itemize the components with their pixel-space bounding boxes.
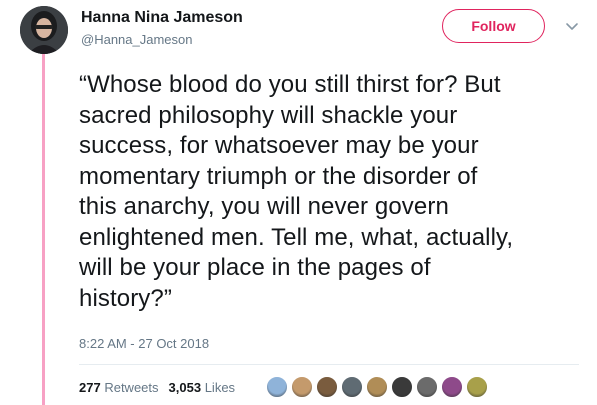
tweet-text-line: “Whose blood do you still thirst for? Bu… bbox=[79, 71, 501, 98]
author-name[interactable]: Hanna Nina Jameson bbox=[81, 9, 243, 27]
tweet-text-line: enlightened men. Tell me, what, actually… bbox=[79, 223, 514, 251]
tweet-text-line: this anarchy, you will never govern bbox=[79, 193, 449, 220]
avatar-image bbox=[20, 6, 68, 54]
retweets-label: Retweets bbox=[104, 380, 159, 395]
tweet-text-line: sacred philosophy will shackle your bbox=[79, 101, 458, 129]
liker-avatar-6[interactable] bbox=[391, 376, 413, 398]
chevron-down-icon[interactable] bbox=[564, 20, 580, 32]
liker-avatars bbox=[266, 376, 488, 398]
likes-stat[interactable]: 3,053 Likes bbox=[169, 380, 236, 395]
likes-label: Likes bbox=[204, 380, 236, 395]
liker-avatar-2[interactable] bbox=[291, 376, 313, 398]
tweet-text-line: momentary triumph or the disorder of bbox=[79, 162, 478, 190]
tweet-stats: 277 Retweets 3,053 Likes bbox=[79, 380, 245, 395]
liker-avatar-7[interactable] bbox=[416, 376, 438, 398]
divider bbox=[79, 364, 579, 365]
liker-avatar-8[interactable] bbox=[441, 376, 463, 398]
tweet-text-line: success, for whatsoever may be your bbox=[79, 132, 479, 159]
retweets-stat[interactable]: 277 Retweets bbox=[79, 380, 159, 395]
tweet-text-line: history?” bbox=[79, 284, 172, 312]
likes-count: 3,053 bbox=[168, 380, 202, 395]
liker-avatar-3[interactable] bbox=[316, 376, 338, 398]
liker-avatar-4[interactable] bbox=[341, 376, 363, 398]
follow-button[interactable]: Follow bbox=[442, 9, 545, 43]
liker-avatar-5[interactable] bbox=[366, 376, 388, 398]
author-handle[interactable]: @Hanna_Jameson bbox=[81, 32, 192, 47]
avatar[interactable] bbox=[20, 6, 68, 54]
retweets-count: 277 bbox=[79, 380, 101, 395]
liker-avatar-9[interactable] bbox=[466, 376, 488, 398]
liker-avatar-1[interactable] bbox=[266, 376, 288, 398]
tweet-text: “Whose blood do you still thirst for? Bu… bbox=[79, 70, 584, 314]
tweet-timestamp[interactable]: 8:22 AM - 27 Oct 2018 bbox=[79, 336, 209, 351]
thread-line bbox=[42, 54, 45, 405]
tweet-text-line: will be your place in the pages of bbox=[79, 254, 431, 281]
